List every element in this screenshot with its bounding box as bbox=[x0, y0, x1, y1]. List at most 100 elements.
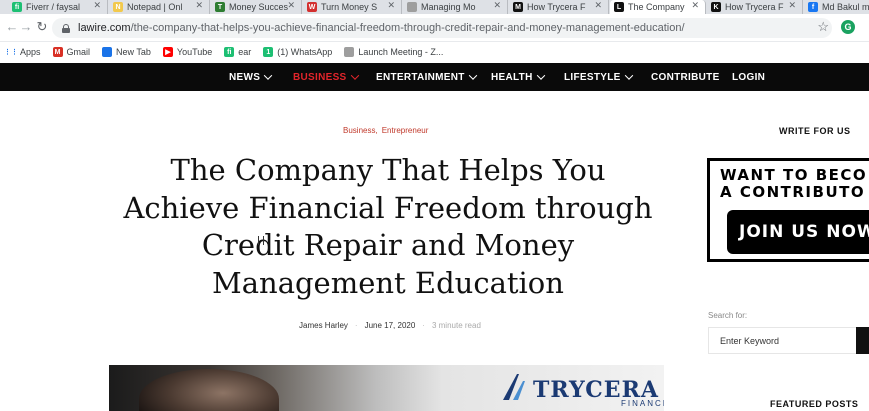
bookmark-item[interactable]: 1 (1) WhatsApp bbox=[257, 47, 338, 57]
nav-item-label: HEALTH bbox=[491, 71, 533, 83]
tab-close-icon[interactable]: ✕ bbox=[93, 0, 101, 11]
bookmark-label: New Tab bbox=[116, 47, 151, 57]
tab-close-icon[interactable]: ✕ bbox=[287, 0, 295, 11]
tab-close-icon[interactable]: ✕ bbox=[691, 0, 699, 11]
browser-tab-title: How Trycera F bbox=[725, 2, 784, 12]
read-time: 3 minute read bbox=[431, 321, 481, 330]
tab-close-icon[interactable]: ✕ bbox=[788, 0, 796, 11]
tab-close-icon[interactable]: ✕ bbox=[493, 0, 501, 11]
banner-text-line: A CONTRIBUTO bbox=[720, 183, 866, 201]
trycera-logo-subtext: FINANCIAL bbox=[621, 399, 664, 408]
browser-tab[interactable]: N Notepad | Onl ✕ bbox=[109, 0, 210, 14]
nav-item-news[interactable]: NEWS bbox=[229, 63, 273, 91]
browser-tab[interactable]: fi Fiverr / faysal ✕ bbox=[8, 0, 108, 14]
bookmarks-bar: ⋮⋮ Apps M Gmail New Tab ▶ YouTube fi ear 1 (1) Wha… bbox=[0, 42, 869, 62]
browser-tab-strip: fi Fiverr / faysal ✕ N Notepad | Onl ✕ T Money … bbox=[0, 0, 869, 14]
browser-tab[interactable]: T Money Succes ✕ bbox=[211, 0, 302, 14]
nav-item-contribute[interactable]: CONTRIBUTE bbox=[651, 63, 720, 91]
category-link-business[interactable]: Business, bbox=[343, 126, 378, 135]
search-input[interactable] bbox=[708, 327, 858, 354]
grammarly-extension-icon[interactable]: G bbox=[841, 20, 855, 34]
bookmark-label: ear bbox=[238, 47, 252, 57]
apps-grid-icon: ⋮⋮ bbox=[4, 49, 18, 56]
bookmark-star-icon[interactable]: ☆ bbox=[817, 19, 829, 35]
contributor-banner[interactable]: WANT TO BECO A CONTRIBUTO JOIN US NOW bbox=[707, 158, 869, 262]
nav-item-entertainment[interactable]: ENTERTAINMENT bbox=[376, 63, 477, 91]
m-icon: M bbox=[513, 2, 523, 12]
money-success-icon: T bbox=[215, 2, 225, 12]
trycera-logo: TRYCERA bbox=[501, 373, 659, 401]
nav-item-label: CONTRIBUTE bbox=[651, 71, 720, 83]
category-link-entrepreneur[interactable]: Entrepreneur bbox=[382, 126, 429, 135]
browser-tab[interactable]: Managing Mo ✕ bbox=[403, 0, 508, 14]
bookmark-label: YouTube bbox=[176, 47, 213, 57]
facebook-icon: f bbox=[808, 2, 818, 12]
publish-date: June 17, 2020 bbox=[364, 321, 416, 330]
article-title-line: Achieve Financial Freedom through bbox=[123, 190, 653, 225]
fiverr-icon: fi bbox=[12, 2, 22, 12]
meta-separator: · bbox=[422, 321, 425, 330]
nav-item-lifestyle[interactable]: LIFESTYLE bbox=[564, 63, 633, 91]
nav-item-health[interactable]: HEALTH bbox=[491, 63, 545, 91]
k-icon: K bbox=[711, 2, 721, 12]
bookmark-item[interactable]: Launch Meeting - Z... bbox=[338, 47, 449, 57]
url-path: /the-company-that-helps-you-achieve-fina… bbox=[130, 22, 685, 34]
article-title-line: Management Education bbox=[212, 265, 564, 300]
nav-item-label: BUSINESS bbox=[293, 71, 347, 83]
document-icon bbox=[407, 2, 417, 12]
featured-posts-heading: FEATURED POSTS bbox=[770, 399, 859, 409]
bookmark-label: (1) WhatsApp bbox=[277, 47, 333, 57]
browser-tab-title: Turn Money S bbox=[321, 2, 378, 12]
bookmark-item[interactable]: ▶ YouTube bbox=[157, 47, 218, 57]
bookmark-item[interactable]: ⋮⋮ Apps bbox=[0, 47, 47, 57]
article-title: The Company That Helps You Achieve Finan… bbox=[108, 152, 668, 302]
tab-close-icon[interactable]: ✕ bbox=[195, 0, 203, 11]
bookmark-item[interactable]: M Gmail bbox=[47, 47, 97, 57]
article-featured-image: TRYCERA FINANCIAL bbox=[109, 365, 664, 411]
article-title-line: Credit Repair and Money bbox=[201, 228, 575, 262]
tab-close-icon[interactable]: ✕ bbox=[387, 0, 395, 11]
meta-separator: · bbox=[354, 321, 358, 330]
nav-item-login[interactable]: LOGIN bbox=[732, 63, 765, 91]
youtube-icon: ▶ bbox=[162, 47, 173, 57]
join-us-button[interactable]: JOIN US NOW bbox=[727, 210, 869, 254]
browser-tab-title: How Trycera F bbox=[527, 2, 586, 12]
article-title-line: The Company That Helps You bbox=[170, 153, 606, 187]
nav-item-business[interactable]: BUSINESS bbox=[293, 63, 359, 91]
text-cursor-icon bbox=[258, 236, 264, 245]
chevron-down-icon bbox=[350, 71, 359, 80]
author-link[interactable]: James Harley bbox=[299, 321, 348, 330]
lock-icon[interactable] bbox=[62, 23, 70, 33]
zoom-icon bbox=[344, 47, 355, 57]
bookmark-label: Launch Meeting - Z... bbox=[358, 47, 444, 57]
article-meta: James Harley · June 17, 2020 · 3 minute … bbox=[299, 321, 481, 330]
search-button[interactable] bbox=[856, 327, 869, 354]
browser-tab-title: Notepad | Onl bbox=[127, 2, 183, 12]
browser-tab[interactable]: W Turn Money S ✕ bbox=[303, 0, 402, 14]
browser-tab-title: Fiverr / faysal bbox=[26, 2, 81, 12]
bookmark-item[interactable]: New Tab bbox=[96, 47, 157, 57]
address-bar[interactable]: lawire.com/the-company-that-helps-you-ac… bbox=[52, 18, 832, 38]
site-navigation: NEWS BUSINESS ENTERTAINMENT HEALTH LIFESTYLE… bbox=[0, 63, 869, 91]
search-label: Search for: bbox=[708, 311, 748, 320]
browser-tab[interactable]: K How Trycera F ✕ bbox=[707, 0, 803, 14]
chevron-down-icon bbox=[263, 71, 273, 80]
browser-tab-title: The Company bbox=[628, 2, 685, 12]
article-categories: Business, Entrepreneur bbox=[343, 126, 428, 135]
browser-tab[interactable]: f Md Bakul m bbox=[804, 0, 869, 14]
nav-item-label: NEWS bbox=[229, 71, 261, 83]
bookmark-item[interactable]: fi ear bbox=[218, 47, 257, 57]
chevron-down-icon bbox=[468, 71, 477, 80]
write-for-us-heading: WRITE FOR US bbox=[779, 126, 851, 136]
forward-arrow-icon[interactable]: → bbox=[18, 19, 34, 34]
browser-tab[interactable]: L The Company ✕ bbox=[610, 0, 706, 14]
bookmark-label: Gmail bbox=[66, 47, 91, 57]
person-photo bbox=[139, 369, 279, 411]
nav-item-label: LIFESTYLE bbox=[564, 71, 621, 83]
tab-close-icon[interactable]: ✕ bbox=[594, 0, 602, 11]
url-host: lawire.com bbox=[78, 22, 131, 34]
bookmark-label: Apps bbox=[20, 47, 41, 57]
browser-tab[interactable]: M How Trycera F ✕ bbox=[509, 0, 609, 14]
reload-icon[interactable]: ↻ bbox=[34, 19, 50, 35]
notepad-icon: N bbox=[113, 2, 123, 12]
